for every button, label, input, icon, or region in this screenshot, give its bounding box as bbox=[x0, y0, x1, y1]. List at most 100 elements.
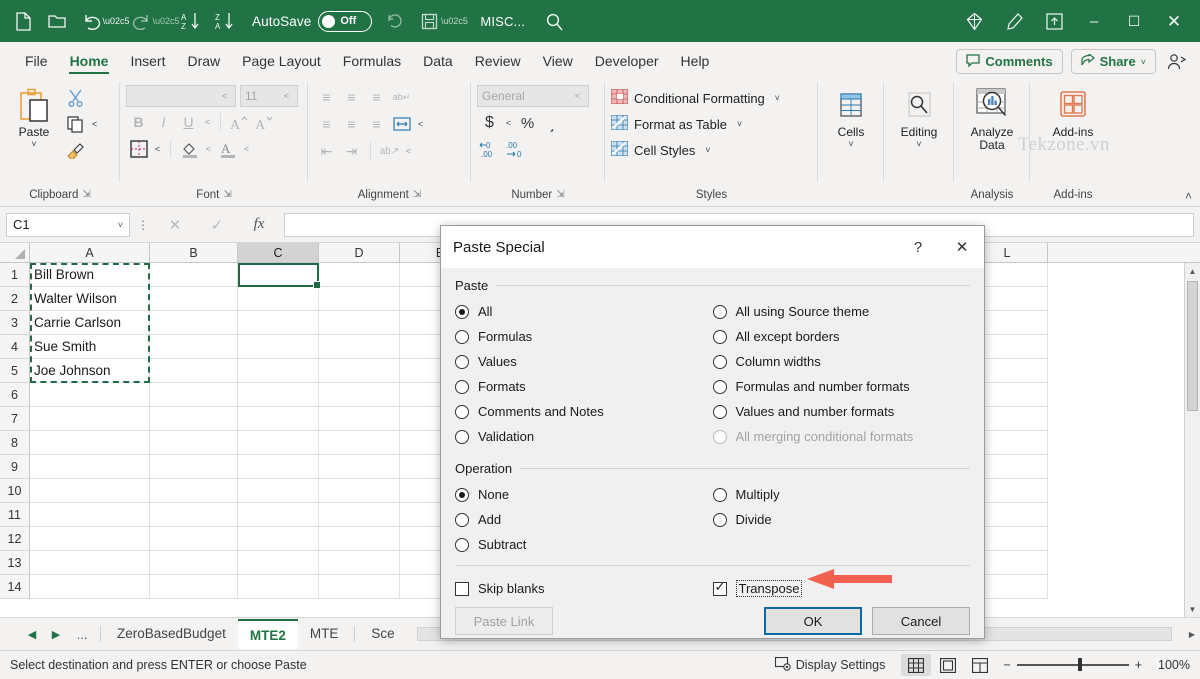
row-header-13[interactable]: 13 bbox=[0, 551, 30, 575]
cell-D8[interactable] bbox=[319, 431, 400, 455]
tab-review[interactable]: Review bbox=[464, 46, 532, 76]
tab-formulas[interactable]: Formulas bbox=[332, 46, 412, 76]
row-header-9[interactable]: 9 bbox=[0, 455, 30, 479]
decrease-font-size-button[interactable]: A bbox=[252, 110, 277, 134]
font-size-input[interactable]: 11 ˂ bbox=[240, 85, 298, 107]
row-header-14[interactable]: 14 bbox=[0, 575, 30, 599]
cell-A1[interactable]: Bill Brown bbox=[30, 263, 150, 287]
editing-button[interactable]: Editing ˅ bbox=[891, 82, 947, 149]
cell-A11[interactable] bbox=[30, 503, 150, 527]
clipboard-dialog-launcher[interactable]: ⇲ bbox=[82, 185, 90, 205]
scroll-down-arrow-icon[interactable]: ▼ bbox=[1185, 601, 1200, 617]
row-header-3[interactable]: 3 bbox=[0, 311, 30, 335]
cell-B10[interactable] bbox=[150, 479, 238, 503]
tab-draw[interactable]: Draw bbox=[176, 46, 231, 76]
maximize-button[interactable]: ☐ bbox=[1114, 6, 1154, 36]
number-format-chevron-down-icon[interactable]: ˂ bbox=[571, 91, 584, 101]
cell-B5[interactable] bbox=[150, 359, 238, 383]
radio-operation-multiply[interactable]: Multiply bbox=[713, 482, 971, 507]
sheet-tab-mte2[interactable]: MTE2 bbox=[238, 619, 298, 649]
row-header-5[interactable]: 5 bbox=[0, 359, 30, 383]
tab-view[interactable]: View bbox=[532, 46, 584, 76]
open-folder-icon[interactable] bbox=[40, 6, 74, 36]
page-break-preview-icon[interactable] bbox=[965, 654, 995, 676]
add-person-icon[interactable] bbox=[1164, 53, 1190, 71]
text-direction-chevron-down-icon[interactable]: ˂ bbox=[402, 146, 415, 156]
pen-icon[interactable] bbox=[994, 6, 1034, 36]
font-color-button[interactable]: A bbox=[215, 137, 240, 161]
name-box-chevron-down-icon[interactable]: ˅ bbox=[118, 220, 123, 230]
quick-access-chevron-icon[interactable]: \u02c5 bbox=[446, 6, 462, 36]
column-header-B[interactable]: B bbox=[150, 243, 238, 262]
cell-C5[interactable] bbox=[238, 359, 319, 383]
radio-paste-all[interactable]: All bbox=[455, 299, 713, 324]
search-icon[interactable] bbox=[537, 6, 571, 36]
cell-styles-button[interactable]: Cell Styles ˅ bbox=[611, 137, 714, 163]
cell-B8[interactable] bbox=[150, 431, 238, 455]
cell-A5[interactable]: Joe Johnson bbox=[30, 359, 150, 383]
row-header-8[interactable]: 8 bbox=[0, 431, 30, 455]
cell-B4[interactable] bbox=[150, 335, 238, 359]
cell-C14[interactable] bbox=[238, 575, 319, 599]
radio-paste-validation[interactable]: Validation bbox=[455, 424, 713, 449]
cancel-entry-icon[interactable]: ✕ bbox=[156, 212, 194, 238]
font-dialog-launcher[interactable]: ⇲ bbox=[223, 185, 231, 205]
undo-chevron-down-icon[interactable]: \u02c5 bbox=[108, 6, 124, 36]
dialog-help-button[interactable]: ? bbox=[896, 226, 940, 268]
font-color-chevron-down-icon[interactable]: ˂ bbox=[240, 144, 253, 154]
accounting-chevron-down-icon[interactable]: ˂ bbox=[502, 118, 515, 128]
cell-C9[interactable] bbox=[238, 455, 319, 479]
row-header-7[interactable]: 7 bbox=[0, 407, 30, 431]
autosave-switch[interactable]: Off bbox=[318, 11, 372, 32]
cell-C12[interactable] bbox=[238, 527, 319, 551]
zoom-track[interactable] bbox=[1017, 664, 1129, 666]
cell-A6[interactable] bbox=[30, 383, 150, 407]
number-dialog-launcher[interactable]: ⇲ bbox=[556, 185, 564, 205]
cell-B3[interactable] bbox=[150, 311, 238, 335]
increase-decimal-button[interactable]: 0.00 bbox=[477, 137, 502, 161]
copy-chevron-down-icon[interactable]: ˂ bbox=[88, 119, 101, 129]
cell-B12[interactable] bbox=[150, 527, 238, 551]
row-header-10[interactable]: 10 bbox=[0, 479, 30, 503]
tab-help[interactable]: Help bbox=[670, 46, 721, 76]
cell-A10[interactable] bbox=[30, 479, 150, 503]
cell-C11[interactable] bbox=[238, 503, 319, 527]
font-name-chevron-down-icon[interactable]: ˂ bbox=[218, 91, 231, 101]
page-layout-icon[interactable] bbox=[933, 654, 963, 676]
cell-A7[interactable] bbox=[30, 407, 150, 431]
bold-button[interactable]: B bbox=[126, 110, 151, 134]
row-header-11[interactable]: 11 bbox=[0, 503, 30, 527]
radio-operation-divide[interactable]: Divide bbox=[713, 507, 971, 532]
orientation-button[interactable]: ab↵ bbox=[389, 85, 414, 109]
more-sheets-button[interactable]: ... bbox=[68, 627, 96, 642]
cell-C3[interactable] bbox=[238, 311, 319, 335]
cell-D2[interactable] bbox=[319, 287, 400, 311]
zoom-in-button[interactable]: + bbox=[1135, 658, 1142, 672]
cut-button[interactable] bbox=[62, 86, 88, 110]
cell-A2[interactable]: Walter Wilson bbox=[30, 287, 150, 311]
radio-paste-comments-and-notes[interactable]: Comments and Notes bbox=[455, 399, 713, 424]
radio-paste-formulas-and-number-formats[interactable]: Formulas and number formats bbox=[713, 374, 971, 399]
cell-D12[interactable] bbox=[319, 527, 400, 551]
next-sheet-button[interactable]: ▶ bbox=[44, 628, 68, 641]
dialog-close-button[interactable]: ✕ bbox=[940, 226, 984, 268]
decrease-indent-button[interactable]: ⇤ bbox=[314, 139, 339, 163]
tab-data[interactable]: Data bbox=[412, 46, 464, 76]
merge-and-center-button[interactable] bbox=[389, 112, 414, 136]
restore-ribbon-icon[interactable] bbox=[1034, 6, 1074, 36]
row-header-6[interactable]: 6 bbox=[0, 383, 30, 407]
scroll-right-arrow-icon[interactable]: ▶ bbox=[1184, 630, 1200, 639]
column-header-C[interactable]: C bbox=[238, 243, 319, 262]
merge-chevron-down-icon[interactable]: ˂ bbox=[414, 119, 427, 129]
cell-A4[interactable]: Sue Smith bbox=[30, 335, 150, 359]
cell-B1[interactable] bbox=[150, 263, 238, 287]
cell-C6[interactable] bbox=[238, 383, 319, 407]
row-header-1[interactable]: 1 bbox=[0, 263, 30, 287]
cell-C10[interactable] bbox=[238, 479, 319, 503]
accounting-format-button[interactable]: $ bbox=[477, 111, 502, 135]
add-ins-button[interactable]: Add-ins bbox=[1038, 82, 1108, 139]
percent-style-button[interactable]: % bbox=[515, 111, 540, 135]
fill-color-chevron-down-icon[interactable]: ˂ bbox=[202, 144, 215, 154]
insert-function-icon[interactable]: fx bbox=[240, 212, 278, 238]
align-top-button[interactable]: ≡ bbox=[314, 85, 339, 109]
